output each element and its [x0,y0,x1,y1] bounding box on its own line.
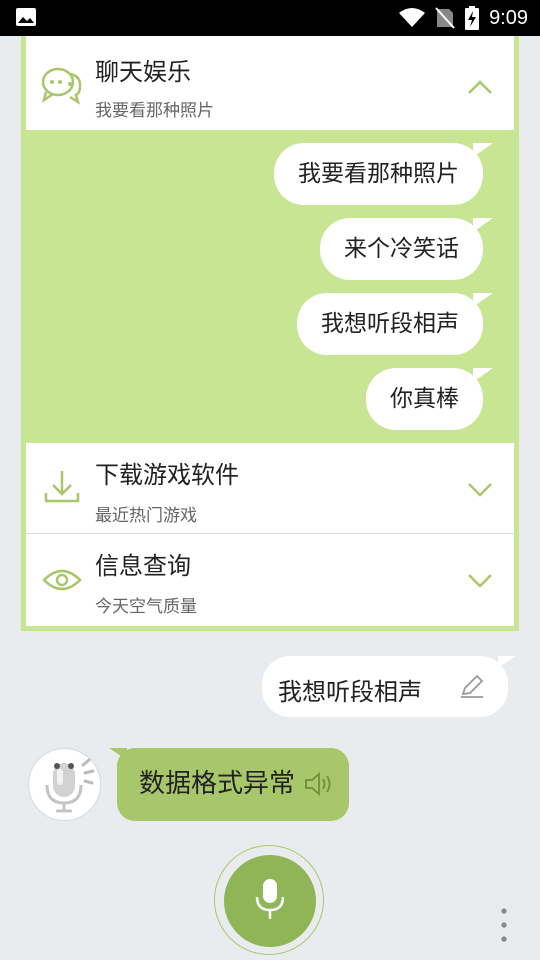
section-info-query[interactable]: 信息查询 今天空气质量 [26,534,514,626]
bubble-tail [109,748,127,760]
section-download-games[interactable]: 下载游戏软件 最近热门游戏 [26,443,514,533]
bubble-tail [473,218,493,232]
speaker-icon[interactable] [303,770,333,798]
bubble-tail [473,293,493,307]
gallery-icon [16,8,36,26]
suggestion-bubble[interactable]: 来个冷笑话 [320,218,493,280]
suggestion-text: 我想听段相声 [321,311,459,337]
suggestion-bubble[interactable]: 我要看那种照片 [274,143,493,205]
eye-icon [42,569,82,591]
suggestion-bubble[interactable]: 你真棒 [366,368,493,430]
chat-icon [41,67,82,105]
user-message-bubble[interactable]: 我想听段相声 [262,656,516,717]
status-bar: 9:09 [0,0,540,36]
microphone-icon [255,879,285,919]
section-title: 聊天娱乐 [95,58,191,86]
edit-icon[interactable] [458,672,486,700]
bubble-tail [473,143,493,157]
chevron-down-icon[interactable] [466,481,494,499]
section-subtitle: 我要看那种照片 [95,101,214,121]
no-sim-icon [435,7,455,29]
section-subtitle: 最近热门游戏 [95,506,197,526]
wifi-icon [399,8,426,27]
bot-message-bubble[interactable]: 数据格式异常 [109,748,349,821]
suggestion-bubble[interactable]: 我想听段相声 [297,293,493,355]
status-time: 9:09 [489,6,528,29]
suggestion-text: 来个冷笑话 [344,236,459,262]
section-title: 下载游戏软件 [95,461,239,489]
suggestion-text: 我要看那种照片 [298,161,459,187]
more-options-icon[interactable] [498,906,510,946]
battery-charging-icon [465,6,480,30]
category-panel: 聊天娱乐 我要看那种照片 我要看那种照片 来个冷笑话 我想听段相声 你真棒 下载… [21,36,519,631]
user-message-text: 我想听段相声 [278,678,422,706]
suggestion-text: 你真棒 [390,386,459,412]
chevron-up-icon[interactable] [466,78,494,96]
bot-message-text: 数据格式异常 [139,769,296,799]
section-title: 信息查询 [95,552,191,580]
mic-avatar-icon [45,758,95,813]
mic-button[interactable] [224,855,316,947]
bubble-tail [498,656,516,668]
section-subtitle: 今天空气质量 [95,597,197,617]
bubble-tail [473,368,493,382]
bot-avatar [28,748,101,821]
section-chat-entertainment[interactable]: 聊天娱乐 我要看那种照片 [26,36,514,130]
chevron-down-icon[interactable] [466,572,494,590]
download-icon [44,471,80,503]
